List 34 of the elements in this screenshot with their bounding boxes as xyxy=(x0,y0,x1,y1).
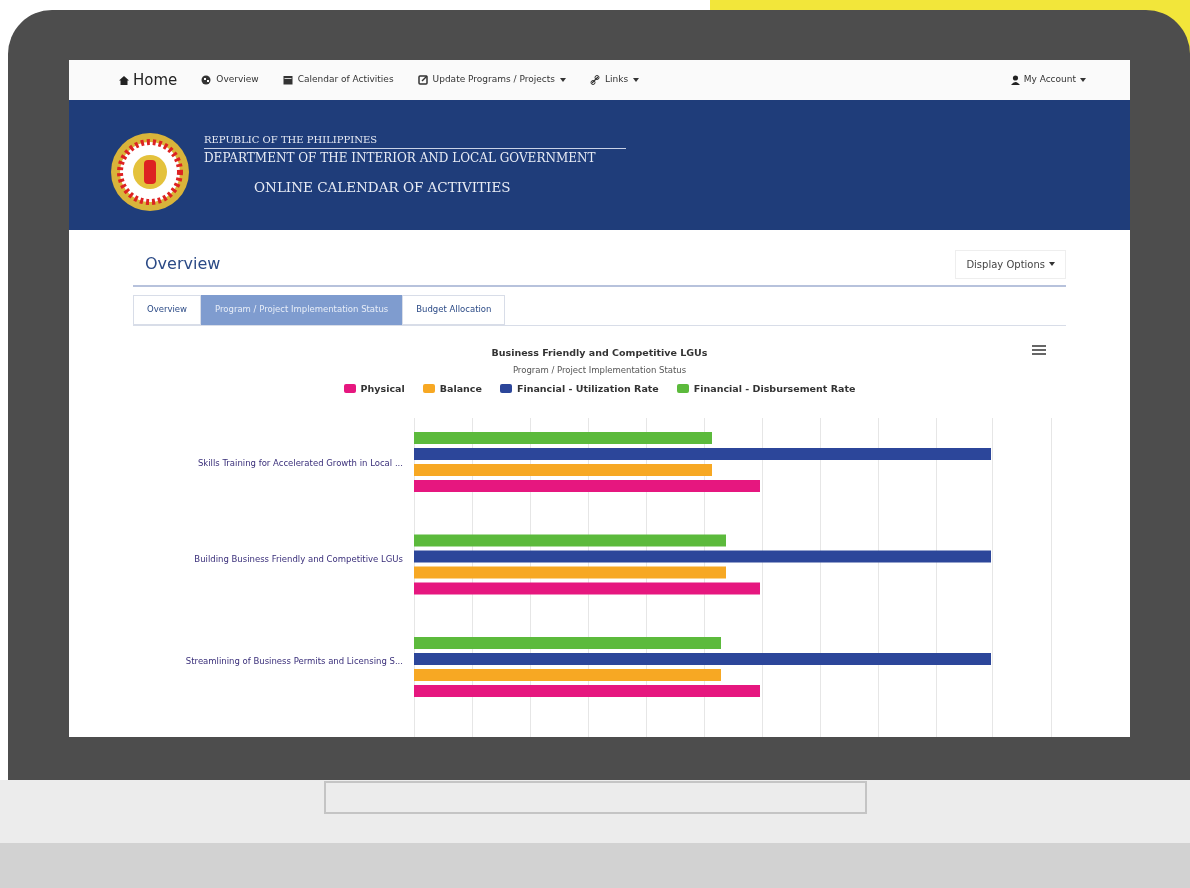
calendar-icon xyxy=(282,74,293,85)
globe-icon xyxy=(201,74,212,85)
axis-label: Streamlining of Business Permits and Licensing S... xyxy=(185,654,403,668)
tab[interactable]: Overview xyxy=(133,294,202,325)
caret-icon xyxy=(1080,77,1086,82)
legend-label[interactable]: Physical xyxy=(360,381,405,396)
seal-logo-icon xyxy=(110,131,190,212)
caret-icon xyxy=(1049,262,1055,267)
chart-subtitle: Program / Project Implementation Status xyxy=(512,364,687,377)
banner-title: DEPARTMENT OF THE INTERIOR AND LOCAL GOVERNMENT xyxy=(204,149,597,167)
user-icon xyxy=(1010,74,1020,85)
nav-link[interactable]: Links xyxy=(589,73,640,87)
caret-icon xyxy=(633,77,640,82)
caret-icon xyxy=(559,77,566,82)
edit-icon xyxy=(417,74,428,85)
banner-text: REPUBLIC OF THE PHILIPPINES xyxy=(204,132,379,147)
axis-label: Building Business Friendly and Competitive LGUs xyxy=(194,552,403,566)
legend-label[interactable]: Financial - Utilization Rate xyxy=(516,381,659,396)
axis-label: Skills Training for Accelerated Growth in Local ... xyxy=(197,456,403,470)
tab[interactable]: Budget Allocation xyxy=(402,294,506,325)
account-menu[interactable]: My Account xyxy=(1010,73,1086,87)
nav-link[interactable]: Update Programs / Projects xyxy=(417,73,566,87)
banner-subtitle: ONLINE CALENDAR OF ACTIVITIES xyxy=(254,177,512,197)
home-link[interactable]: Home xyxy=(119,68,178,92)
legend-label[interactable]: Financial - Disbursement Rate xyxy=(693,381,856,396)
display-options-button[interactable]: Display Options xyxy=(955,249,1066,279)
link-icon xyxy=(589,74,600,85)
menu-icon[interactable] xyxy=(1032,343,1046,356)
page-title: Overview xyxy=(145,253,221,276)
nav-link[interactable]: Overview xyxy=(201,73,259,87)
chart-title: Business Friendly and Competitive LGUs xyxy=(491,345,708,360)
home-icon xyxy=(119,74,129,85)
legend-label[interactable]: Balance xyxy=(439,381,482,396)
nav-link[interactable]: Calendar of Activities xyxy=(282,73,394,87)
